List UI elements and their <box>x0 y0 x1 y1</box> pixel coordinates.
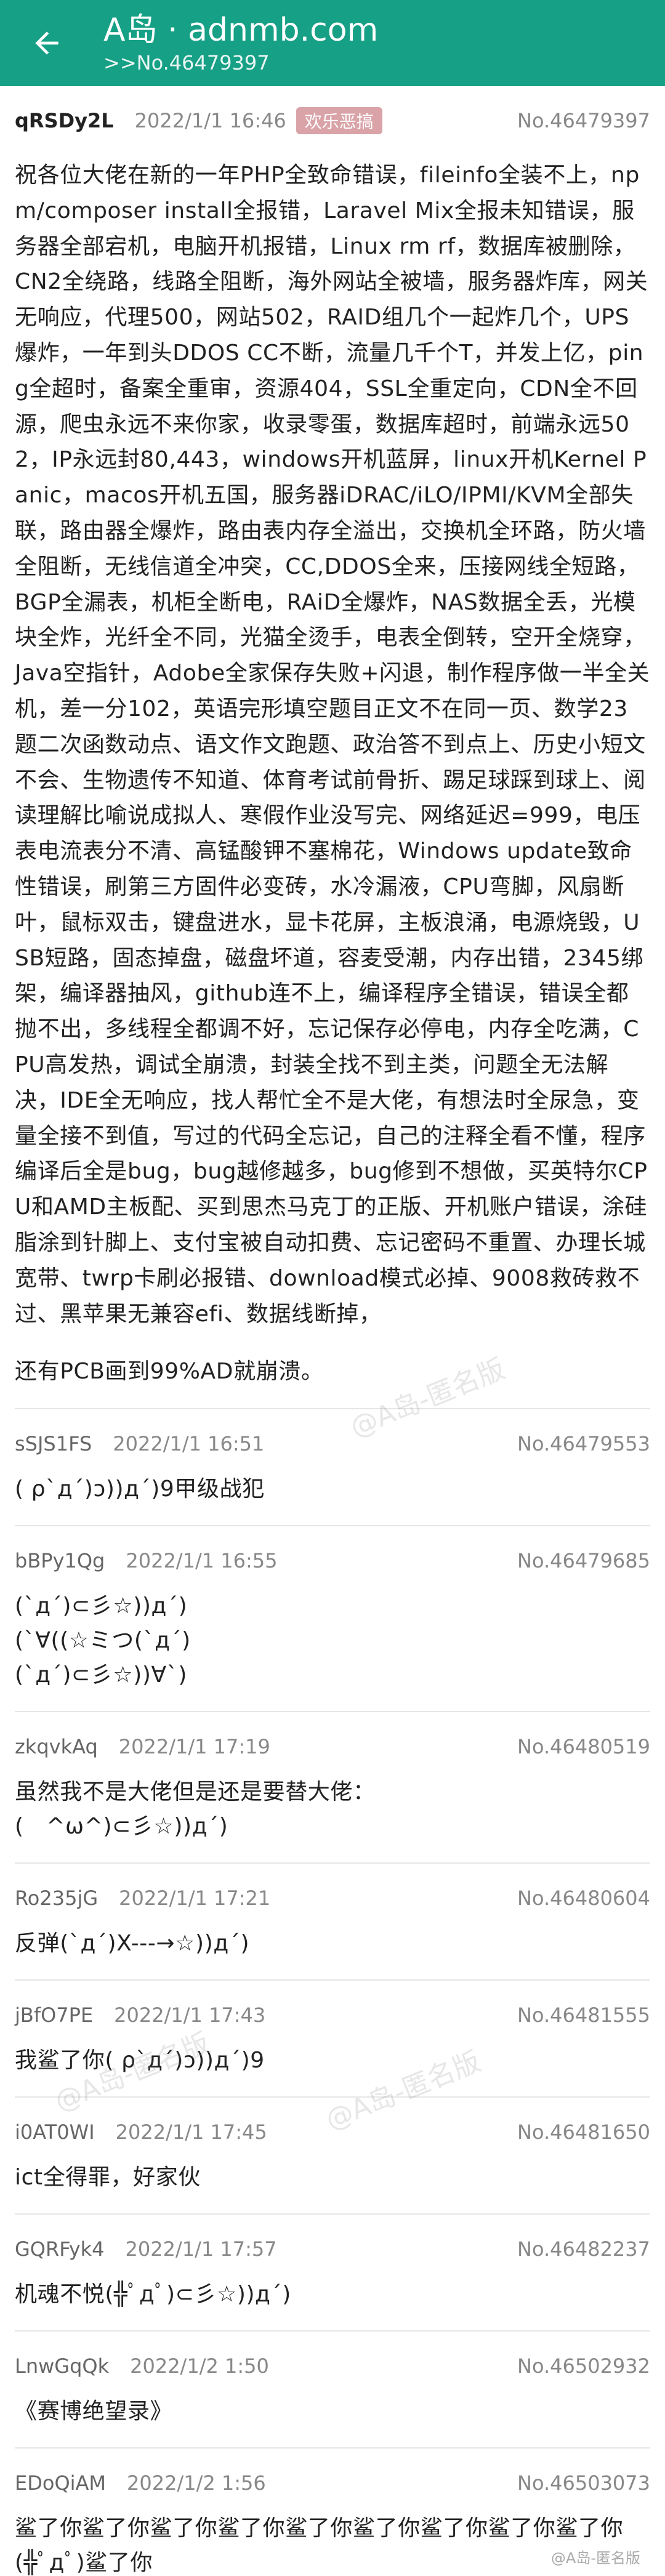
post-header: qRSDy2L 2022/1/1 16:46 欢乐恶搞 No.46479397 <box>15 106 650 135</box>
post-body: 《赛博绝望录》 <box>15 2399 173 2425</box>
page-title: A岛 · adnmb.com <box>103 12 379 49</box>
thread-number: >>No.46479397 <box>103 51 270 74</box>
header-titles: A岛 · adnmb.com >>No.46479397 <box>103 11 378 75</box>
arrow-left-icon <box>35 31 58 55</box>
post-number[interactable]: No.46481555 <box>517 2003 650 2027</box>
reply-post: LnwGqQk 2022/1/2 1:50 No.46502932 《赛博绝望录》 <box>15 2332 650 2449</box>
cookie-id[interactable]: GQRFyk4 <box>15 2237 105 2261</box>
post-time: 2022/1/2 1:50 <box>130 2354 269 2378</box>
post-header: sSJS1FS 2022/1/1 16:51 No.46479553 <box>15 1429 650 1459</box>
post-time: 2022/1/1 16:46 <box>134 109 286 132</box>
post-body: 机魂不悦(╬ﾟдﾟ)⊂彡☆))д´) <box>15 2282 291 2308</box>
post-body: (`д´)⊂彡☆))д´) (`∀((☆ミつ(`д´) (`д´)⊂彡☆))∀`… <box>15 1593 191 1688</box>
cookie-id[interactable]: Ro235jG <box>15 1886 98 1910</box>
post-number[interactable]: No.46480519 <box>517 1735 650 1758</box>
post-header: LnwGqQk 2022/1/2 1:50 No.46502932 <box>15 2351 650 2381</box>
post-time: 2022/1/1 17:43 <box>114 2003 266 2027</box>
post-number[interactable]: No.46503073 <box>517 2471 650 2495</box>
post-header: EDoQiAM 2022/1/2 1:56 No.46503073 <box>15 2468 650 2498</box>
post-number[interactable]: No.46480604 <box>517 1886 650 1910</box>
post-header: zkqvkAq 2022/1/1 17:19 No.46480519 <box>15 1732 650 1761</box>
forum-tag[interactable]: 欢乐恶搞 <box>296 107 382 134</box>
post-header: i0AT0WI 2022/1/1 17:45 No.46481650 <box>15 2117 650 2147</box>
cookie-id[interactable]: qRSDy2L <box>15 109 114 132</box>
post-number[interactable]: No.46482237 <box>517 2237 650 2261</box>
post-time: 2022/1/1 16:55 <box>126 1549 278 1573</box>
post-time: 2022/1/1 17:19 <box>118 1735 270 1759</box>
corner-watermark: @A岛-匿名版 <box>550 2550 640 2567</box>
post-body: ( ρ`д´)ɔ))д´)9甲级战犯 <box>15 1476 265 1502</box>
post-header: GQRFyk4 2022/1/1 17:57 No.46482237 <box>15 2234 650 2264</box>
op-post: qRSDy2L 2022/1/1 16:46 欢乐恶搞 No.46479397 … <box>15 86 650 1410</box>
post-time: 2022/1/1 17:57 <box>125 2237 277 2261</box>
reply-post: jBfO7PE 2022/1/1 17:43 No.46481555 我鲨了你( ρ`… <box>15 1981 650 2098</box>
post-header: jBfO7PE 2022/1/1 17:43 No.46481555 <box>15 2000 650 2030</box>
cookie-id[interactable]: zkqvkAq <box>15 1735 98 1758</box>
reply-post: GQRFyk4 2022/1/1 17:57 No.46482237 机魂不悦(╬ﾟд… <box>15 2215 650 2332</box>
post-number[interactable]: No.46481650 <box>517 2120 650 2144</box>
reply-post: sSJS1FS 2022/1/1 16:51 No.46479553 ( ρ`д´)ɔ… <box>15 1409 650 1527</box>
post-number[interactable]: No.46502932 <box>517 2354 650 2378</box>
reply-post: Ro235jG 2022/1/1 17:21 No.46480604 反弹(`д´)X… <box>15 1864 650 1981</box>
post-body-footer: 还有PCB画到99%AD就崩溃。 <box>15 1359 324 1385</box>
app-bar: A岛 · adnmb.com >>No.46479397 <box>0 0 665 86</box>
cookie-id[interactable]: sSJS1FS <box>15 1432 92 1455</box>
post-time: 2022/1/1 16:51 <box>113 1432 265 1456</box>
reply-post: bBPy1Qg 2022/1/1 16:55 No.46479685 (`д´)⊂彡☆… <box>15 1526 650 1713</box>
post-time: 2022/1/1 17:21 <box>119 1886 271 1910</box>
post-body: 祝各位大佬在新的一年PHP全致命错误，fileinfo全装不上，npm/comp… <box>15 163 650 1327</box>
cookie-id[interactable]: bBPy1Qg <box>15 1549 105 1572</box>
reply-list: sSJS1FS 2022/1/1 16:51 No.46479553 ( ρ`д´)ɔ… <box>15 1409 650 2576</box>
cookie-id[interactable]: i0AT0WI <box>15 2120 95 2144</box>
post-body: ict全得罪，好家伙 <box>15 2165 201 2191</box>
thread: qRSDy2L 2022/1/1 16:46 欢乐恶搞 No.46479397 … <box>0 86 665 2576</box>
post-time: 2022/1/1 17:45 <box>115 2120 267 2144</box>
reply-post: zkqvkAq 2022/1/1 17:19 No.46480519 虽然我不是大佬但… <box>15 1712 650 1864</box>
post-number[interactable]: No.46479685 <box>517 1549 650 1572</box>
post-header: bBPy1Qg 2022/1/1 16:55 No.46479685 <box>15 1546 650 1576</box>
reply-post: i0AT0WI 2022/1/1 17:45 No.46481650 ict全得罪，好… <box>15 2098 650 2215</box>
cookie-id[interactable]: LnwGqQk <box>15 2354 109 2378</box>
post-number[interactable]: No.46479397 <box>517 109 650 132</box>
back-button[interactable] <box>17 14 76 73</box>
post-time: 2022/1/2 1:56 <box>127 2471 266 2495</box>
post-body: 我鲨了你( ρ`д´)ɔ))д´)9 <box>15 2048 265 2074</box>
cookie-id[interactable]: EDoQiAM <box>15 2471 106 2495</box>
cookie-id[interactable]: jBfO7PE <box>15 2003 93 2027</box>
post-number[interactable]: No.46479553 <box>517 1432 650 1455</box>
post-body: 虽然我不是大佬但是还是要替大佬： ( ^ω^)⊂彡☆))д´) <box>15 1779 376 1840</box>
post-body: 反弹(`д´)X---→☆))д´) <box>15 1931 250 1957</box>
post-header: Ro235jG 2022/1/1 17:21 No.46480604 <box>15 1883 650 1913</box>
